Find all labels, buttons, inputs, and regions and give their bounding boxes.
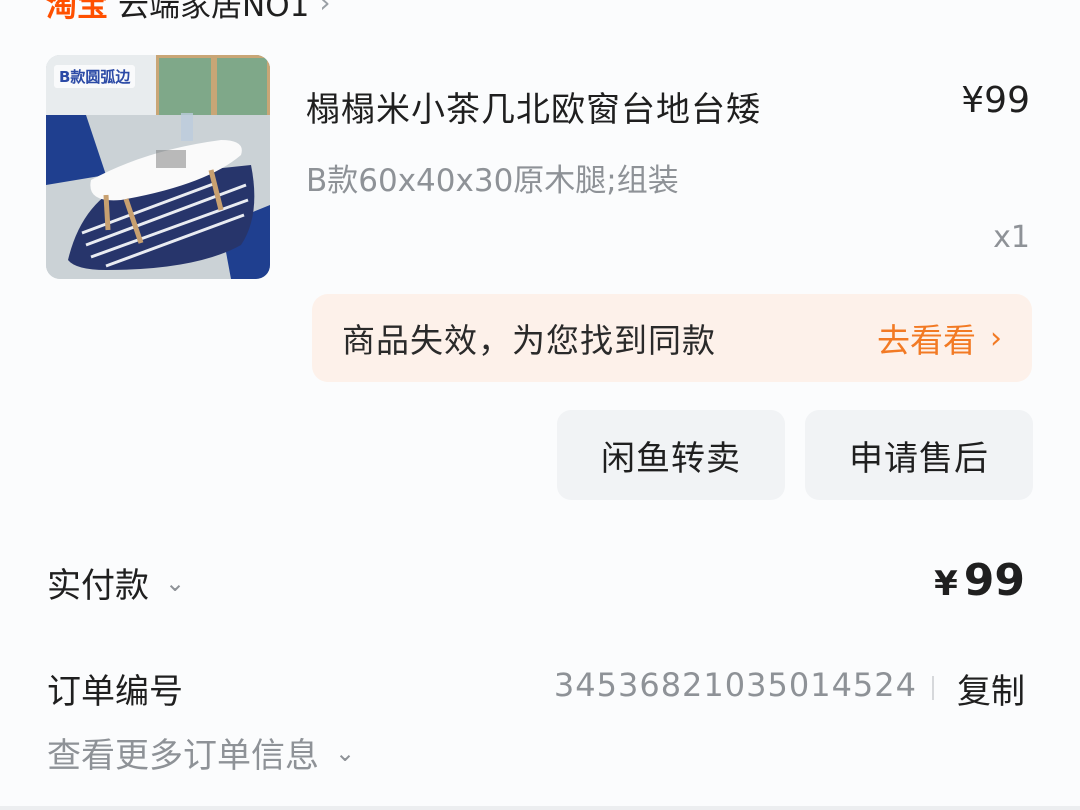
more-order-info-label: 查看更多订单信息 [47, 736, 319, 776]
chevron-right-icon: › [990, 320, 1002, 356]
shop-name[interactable]: 云端家居NO1 [118, 0, 309, 25]
product-price: ¥99 [961, 80, 1030, 121]
product-thumbnail[interactable]: B款圆弧边 [46, 55, 270, 279]
order-detail-screen: 淘宝 云端家居NO1 › B款圆弧边 榻榻米小茶几北欧窗台地台矮 ¥99 B款6… [0, 0, 1080, 810]
find-similar-link[interactable]: 去看看 › [877, 314, 1002, 362]
find-similar-label: 去看看 [877, 321, 976, 360]
invalid-notice-text: 商品失效，为您找到同款 [342, 321, 716, 360]
taobao-brand-label: 淘宝 [46, 0, 108, 24]
product-image-tag: B款圆弧边 [54, 65, 136, 88]
order-number-main: 3453682103501452 [553, 666, 896, 704]
chevron-right-icon: › [319, 0, 331, 19]
invalid-product-banner[interactable]: 商品失效，为您找到同款 去看看 › [312, 294, 1032, 382]
copy-divider [932, 676, 934, 700]
paid-amount-label: 实付款 [47, 566, 149, 606]
product-quantity: x1 [993, 220, 1030, 255]
copy-order-number-button[interactable]: 复制 [957, 664, 1025, 713]
order-number-value: 34536821035014524 [554, 666, 917, 704]
product-spec: B款60x40x30原木腿;组装 [306, 163, 679, 199]
xianyu-resell-button[interactable]: 闲鱼转卖 [557, 410, 785, 500]
after-sale-button[interactable]: 申请售后 [805, 410, 1033, 500]
order-number-suffix: 4 [895, 666, 917, 704]
order-number-label: 订单编号 [47, 672, 183, 712]
chevron-down-icon: ⌄ [165, 568, 186, 597]
paid-amount-number: 99 [963, 555, 1025, 606]
chevron-down-icon: ⌄ [335, 738, 356, 767]
paid-amount-value: ¥99 [934, 555, 1025, 606]
more-order-info-toggle[interactable]: 查看更多订单信息 ⌄ [47, 728, 355, 777]
product-title[interactable]: 榻榻米小茶几北欧窗台地台矮 [306, 82, 761, 131]
paid-amount-toggle[interactable]: 实付款 ⌄ [47, 558, 185, 607]
coffee-table-photo-icon [46, 55, 270, 279]
currency-symbol: ¥ [934, 564, 958, 604]
shop-header[interactable]: 淘宝 云端家居NO1 › [46, 0, 331, 25]
section-divider [0, 806, 1080, 810]
